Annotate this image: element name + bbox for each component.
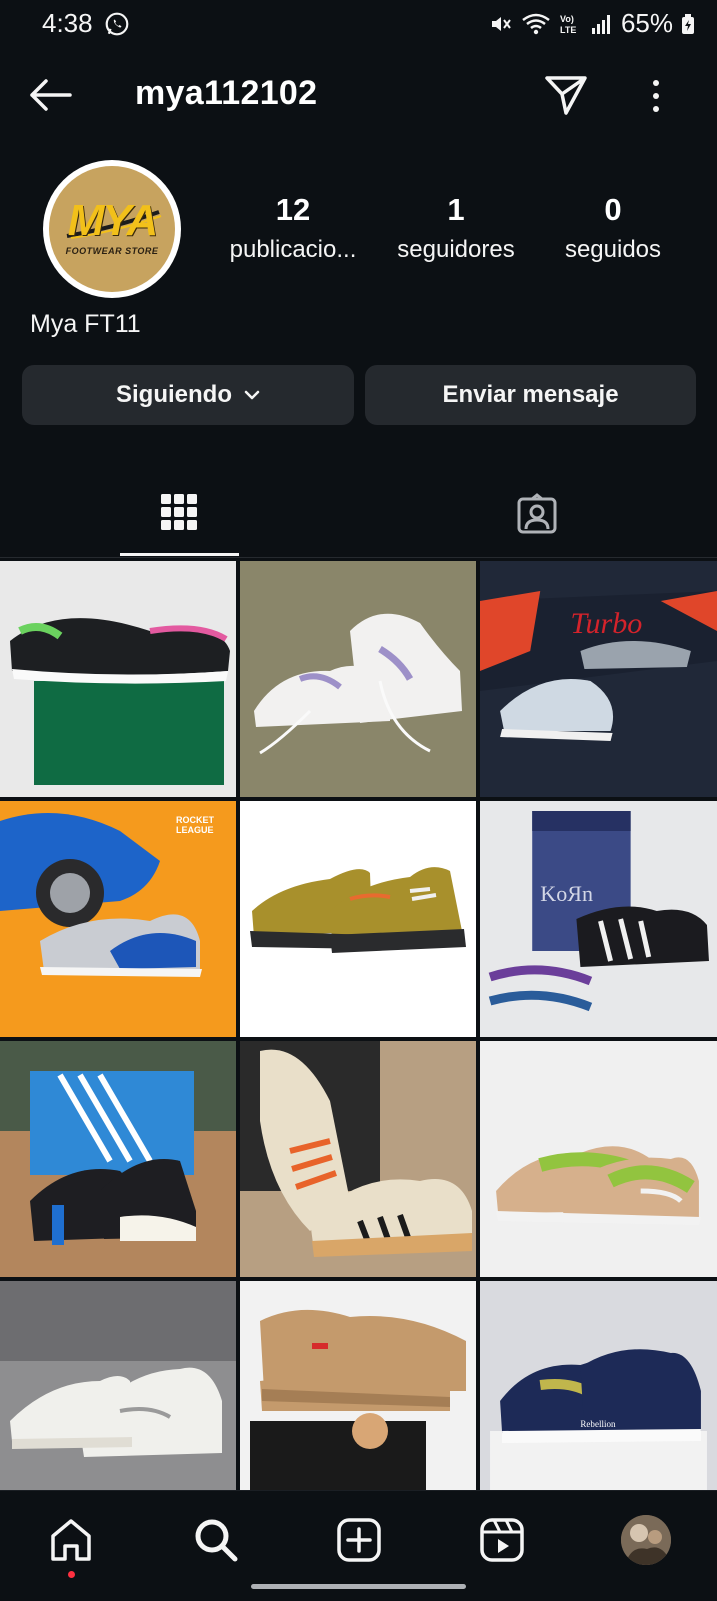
nav-search[interactable]	[191, 1515, 241, 1565]
nav-create[interactable]	[334, 1515, 384, 1565]
home-indicator	[251, 1584, 466, 1589]
stat-count: 12	[275, 192, 311, 227]
stat-posts[interactable]: 12 publicacio...	[213, 192, 373, 264]
turbo-sneaker-photo: Turbo	[480, 561, 717, 797]
stat-label: publicacio...	[229, 236, 357, 263]
profile-username: mya112102	[135, 74, 318, 112]
post-thumbnail[interactable]	[240, 1281, 476, 1517]
status-bar: 4:38 Vo) LTE 65%	[0, 0, 717, 48]
grid-icon	[161, 494, 197, 530]
following-button[interactable]: Siguiendo	[22, 365, 354, 425]
notification-dot	[68, 1571, 75, 1578]
stat-count: 0	[604, 192, 622, 227]
display-name: Mya FT11	[30, 310, 141, 338]
active-tab-indicator	[120, 553, 239, 556]
posts-grid: Turbo ROCKET LEAGUE KoЯn Rebellion	[0, 561, 717, 1517]
white-air-force-photo	[0, 1281, 236, 1517]
battery-percent: 65%	[620, 8, 673, 38]
profile-avatar-icon	[621, 1515, 671, 1565]
post-thumbnail[interactable]	[240, 1041, 476, 1277]
whatsapp-icon	[105, 12, 129, 36]
mute-icon	[491, 16, 511, 31]
white-lilac-sneakers-photo	[240, 561, 476, 797]
volte-icon: Vo) LTE	[560, 14, 576, 35]
profile-header: mya112102	[0, 60, 717, 130]
signal-icon	[591, 14, 610, 34]
chevron-down-icon	[244, 390, 260, 400]
adidas-beige-sneakers-photo	[240, 1041, 476, 1277]
home-icon	[51, 1519, 91, 1561]
post-thumbnail[interactable]: KoЯn	[480, 801, 717, 1037]
post-thumbnail[interactable]	[240, 561, 476, 797]
profile-avatar[interactable]: MYA FOOTWEAR STORE	[43, 160, 181, 298]
search-icon	[195, 1519, 238, 1562]
create-icon	[337, 1518, 381, 1562]
logo-subtext: FOOTWEAR STORE	[65, 246, 159, 256]
send-message-button-label: Enviar mensaje	[442, 381, 619, 408]
battery-icon	[682, 13, 694, 34]
post-thumbnail[interactable]	[0, 561, 236, 797]
status-time: 4:38	[42, 8, 93, 38]
svg-text:Rebellion: Rebellion	[580, 1419, 616, 1429]
nike-dunk-green-photo	[480, 1041, 717, 1277]
nav-reels[interactable]	[477, 1515, 527, 1565]
reels-icon	[480, 1518, 524, 1562]
nav-home[interactable]	[46, 1515, 96, 1565]
navy-dunk-photo: Rebellion	[480, 1281, 717, 1517]
profile-tabs	[0, 475, 717, 558]
stat-followers[interactable]: 1 seguidores	[376, 192, 536, 264]
post-thumbnail[interactable]: Turbo	[480, 561, 717, 797]
puma-rs-sneakers-photo	[0, 561, 236, 797]
back-arrow-icon[interactable]	[28, 77, 74, 113]
stat-label: seguidores	[397, 236, 515, 263]
send-message-button[interactable]: Enviar mensaje	[365, 365, 696, 425]
post-thumbnail[interactable]	[480, 1041, 717, 1277]
stat-following[interactable]: 0 seguidos	[533, 192, 693, 264]
tab-tagged[interactable]	[358, 475, 716, 557]
tagged-icon	[517, 493, 557, 534]
rocket-league-puma-photo: ROCKETLEAGUE	[0, 801, 236, 1037]
svg-text:KoЯn: KoЯn	[540, 881, 593, 906]
svg-text:ROCKET: ROCKET	[176, 815, 215, 825]
svg-text:Vo): Vo)	[560, 14, 574, 24]
svg-text:Turbo: Turbo	[570, 606, 642, 640]
nav-profile-avatar[interactable]	[621, 1515, 671, 1565]
post-thumbnail[interactable]: ROCKET LEAGUE	[0, 801, 236, 1037]
wifi-icon	[522, 13, 550, 34]
post-thumbnail[interactable]	[0, 1281, 236, 1517]
following-button-label: Siguiendo	[116, 381, 232, 408]
tab-posts-grid[interactable]	[0, 475, 358, 557]
korn-adidas-campus-photo: KoЯn	[480, 801, 717, 1037]
post-thumbnail[interactable]	[240, 801, 476, 1037]
stat-label: seguidos	[564, 236, 662, 263]
more-options-icon[interactable]	[642, 76, 670, 116]
stat-count: 1	[447, 192, 465, 227]
post-thumbnail[interactable]	[0, 1041, 236, 1277]
logo-text: MYA	[67, 196, 159, 245]
svg-text:LEAGUE: LEAGUE	[176, 825, 214, 835]
store-logo: MYA FOOTWEAR STORE	[49, 166, 175, 292]
post-thumbnail[interactable]: Rebellion	[480, 1281, 717, 1517]
adidas-superstar-photo	[0, 1041, 236, 1277]
wheat-air-force-photo	[240, 1281, 476, 1517]
svg-text:LTE: LTE	[560, 25, 576, 35]
olive-hiking-sneakers-photo	[240, 801, 476, 1037]
send-icon[interactable]	[544, 74, 588, 116]
